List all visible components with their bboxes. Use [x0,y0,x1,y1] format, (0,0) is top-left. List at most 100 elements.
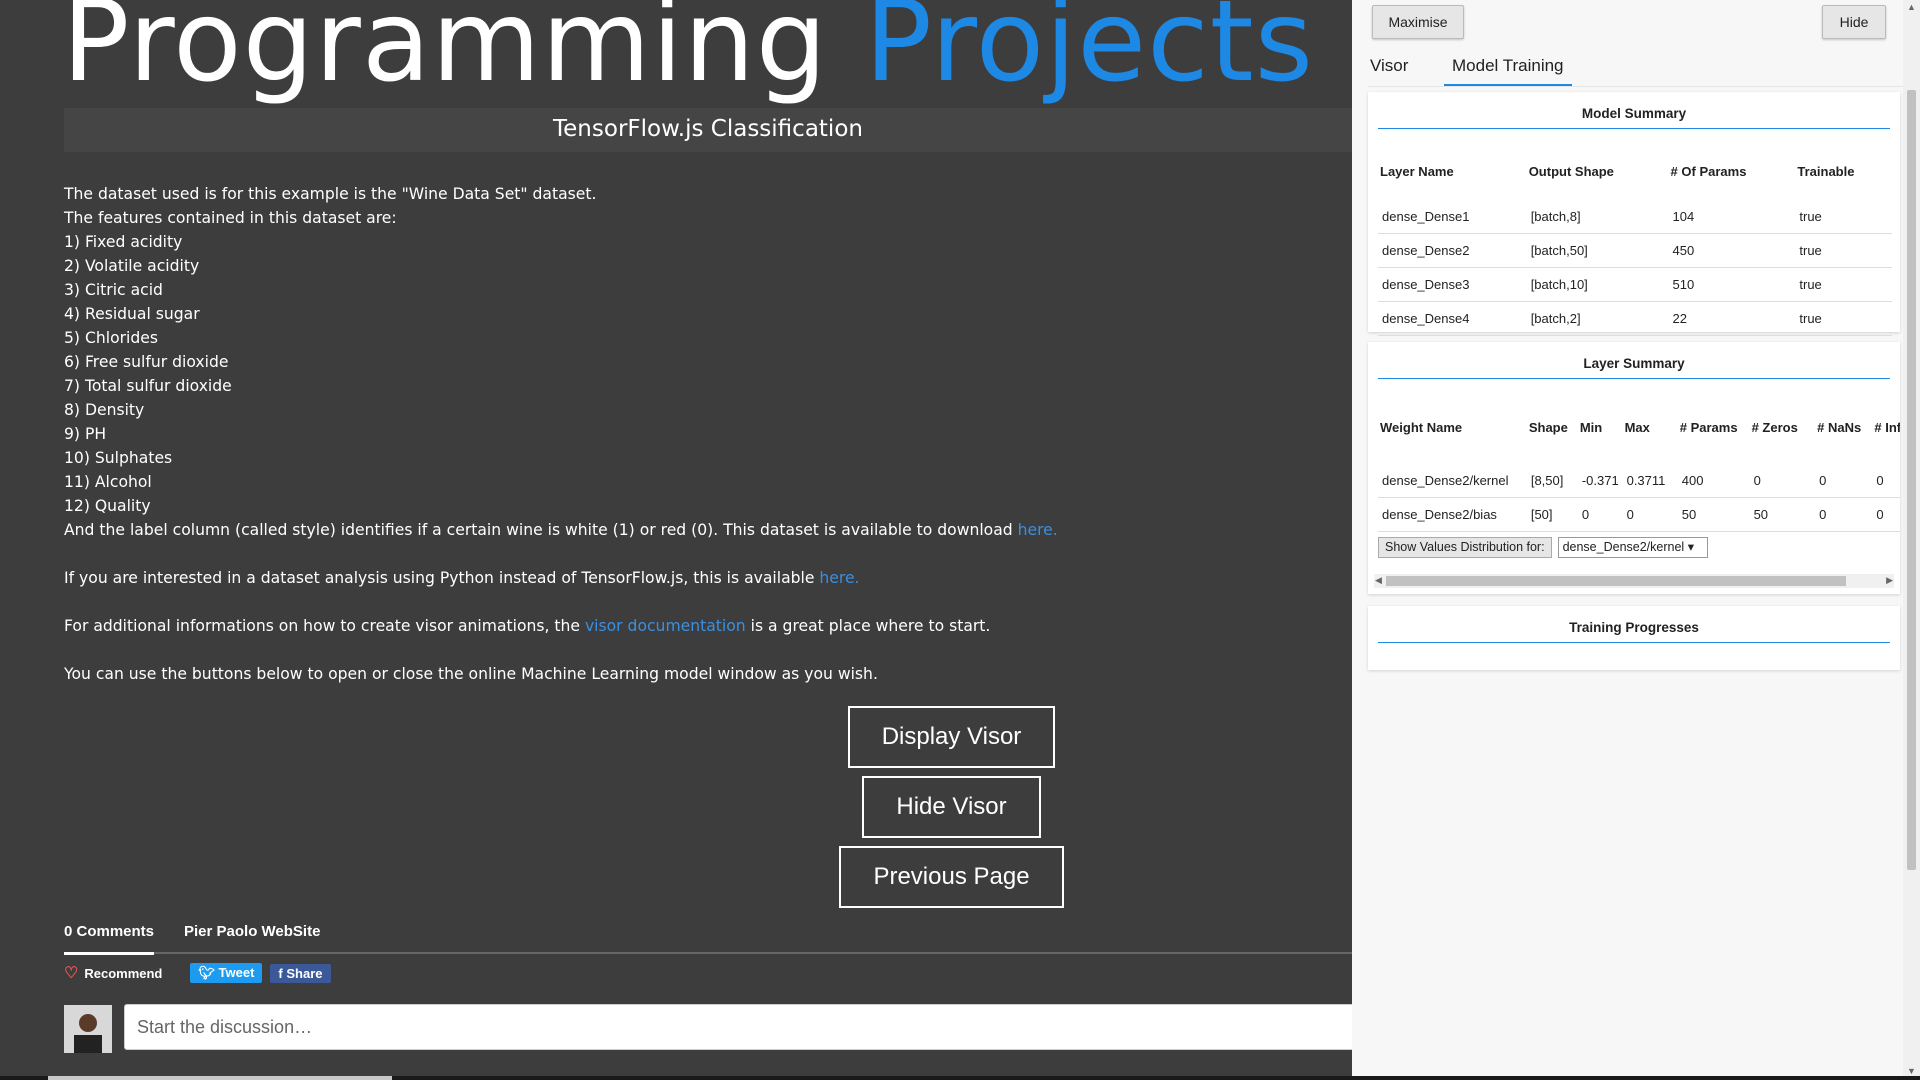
previous-page-button[interactable]: Previous Page [839,846,1064,908]
column-header: # Infi [1874,420,1900,435]
column-header: Output Shape [1528,163,1614,179]
column-header: Weight Name [1380,420,1463,435]
table-cell: dense_Dense2 [1378,233,1527,268]
scroll-up-icon[interactable]: ▲ [1907,2,1916,12]
distribution-controls: Show Values Distribution for: dense_Dens… [1378,537,1708,558]
recommend-label: Recommend [84,965,163,981]
weight-select[interactable]: dense_Dense2/kernel ▾ [1557,537,1708,558]
article-content: The dataset used is for this example is … [64,182,1264,686]
heart-icon: ♡ [64,965,79,982]
visor-hide-button[interactable]: Hide [1822,5,1886,39]
python-analysis-link[interactable]: here. [819,569,859,587]
table-row: dense_Dense1 [batch,8] 104 true [1378,200,1892,234]
table-cell: 50 [1749,497,1816,532]
table-cell: -0.371 [1577,464,1623,498]
dataset-download-link[interactable]: here. [1018,521,1058,539]
buttons-paragraph: You can use the buttons below to open or… [64,665,878,683]
visor-paragraph: For additional informations on how to cr… [64,614,1264,638]
intro-line-1: The dataset used is for this example is … [64,185,597,203]
column-header: Min [1579,420,1603,435]
feature-item: 5) Chlorides [64,329,158,347]
feature-item: 12) Quality [64,497,151,515]
scroll-down-icon[interactable]: ▼ [1907,1066,1916,1076]
column-header: Shape [1528,420,1568,435]
table-cell: [batch,2] [1526,301,1669,336]
tab-comments[interactable]: 0 Comments [64,922,155,955]
table-cell: 0 [1577,497,1623,532]
table-cell: 104 [1668,200,1796,234]
vertical-scrollbar[interactable]: ▲ ▼ [1903,0,1920,1080]
title-main: Programming [62,0,828,107]
intro-line-2: The features contained in this dataset a… [64,209,397,227]
page-title: Programming Projects [62,0,1314,106]
table-row: dense_Dense2/kernel [8,50] -0.371 0.3711… [1378,464,1900,498]
table-cell: dense_Dense2/kernel [1378,464,1527,498]
table-cell: 0.3711 [1622,464,1678,498]
hide-visor-button[interactable]: Hide Visor [862,776,1041,838]
model-summary-card: Model Summary Layer Name Output Shape # … [1368,92,1900,336]
feature-item: 4) Residual sugar [64,305,200,323]
scroll-right-icon[interactable]: ▶ [1886,575,1893,586]
share-label: Share [286,965,323,981]
share-button[interactable]: f Share [270,963,331,983]
tweet-label: Tweet [218,965,255,980]
table-cell: true [1795,267,1892,302]
tab-model-training[interactable]: Model Training [1444,56,1572,86]
recommend-button[interactable]: ♡ Recommend [64,963,162,983]
main-page: Programming Projects TensorFlow.js Class… [0,0,1352,1080]
label-text: And the label column (called style) iden… [64,521,1018,539]
scrollbar-thumb[interactable] [1907,90,1916,870]
tab-website[interactable]: Pier Paolo WebSite [184,922,320,952]
page-subtitle: TensorFlow.js Classification [553,116,863,142]
subtitle-bar: TensorFlow.js Classification [64,108,1352,152]
discussion-input[interactable]: Start the discussion… [124,1004,1352,1050]
table-cell: 0 [1815,464,1873,498]
table-cell: 0 [1872,464,1900,498]
show-distribution-button[interactable]: Show Values Distribution for: [1378,537,1552,558]
table-row: dense_Dense3 [batch,10] 510 true [1378,267,1892,302]
table-cell: 22 [1668,301,1796,336]
visor-panel: Maximise Hide Visor Model Training Model… [1352,0,1920,1080]
bottom-strip [0,1076,1920,1080]
horizontal-scrollbar[interactable]: ◀ ▶ [1374,574,1894,588]
model-summary-table: Layer Name Output Shape # Of Params Trai… [1378,142,1892,336]
visor-documentation-link[interactable]: visor documentation [585,617,746,635]
maximise-button[interactable]: Maximise [1372,5,1464,39]
table-cell: [batch,50] [1526,233,1669,268]
table-cell: dense_Dense2/bias [1378,497,1527,532]
feature-item: 8) Density [64,401,145,419]
column-header: Max [1624,420,1650,435]
facebook-icon: f [278,965,283,981]
tab-visor[interactable]: Visor [1370,56,1408,84]
visor-text-before: For additional informations on how to cr… [64,617,585,635]
social-actions: ♡ Recommend 🐦︎ Tweet f Share [64,963,339,983]
table-row: dense_Dense2 [batch,50] 450 true [1378,233,1892,268]
model-summary-title: Model Summary [1378,92,1890,129]
table-cell: 0 [1749,464,1816,498]
tweet-button[interactable]: 🐦︎ Tweet [190,963,263,983]
weight-select-value: dense_Dense2/kernel [1562,540,1685,554]
python-paragraph: If you are interested in a dataset analy… [64,566,1264,590]
scroll-left-icon[interactable]: ◀ [1375,575,1382,586]
label-paragraph: And the label column (called style) iden… [64,518,1264,542]
layer-summary-card: Layer Summary Weight Name Shape Min Max … [1368,342,1900,594]
table-cell: [50] [1526,497,1578,532]
feature-item: 11) Alcohol [64,473,152,491]
table-cell: 50 [1677,497,1750,532]
visor-text-after: is a great place where to start. [745,617,991,635]
table-row: dense_Dense2/bias [50] 0 0 50 50 0 0 [1378,497,1900,532]
table-cell: [batch,10] [1526,267,1669,302]
scrollbar-thumb[interactable] [1386,576,1846,586]
column-header: Trainable [1797,163,1855,179]
feature-item: 10) Sulphates [64,449,173,467]
display-visor-button[interactable]: Display Visor [848,706,1055,768]
table-cell: [8,50] [1526,464,1578,498]
tab-divider [1368,86,1904,87]
title-accent: Projects [864,0,1315,107]
table-cell: 0 [1815,497,1873,532]
comments-tabs: 0 Comments Pier Paolo WebSite [64,922,1352,955]
table-cell: dense_Dense4 [1378,301,1527,336]
table-cell: dense_Dense1 [1378,200,1527,234]
feature-item: 1) Fixed acidity [64,233,183,251]
table-cell: true [1795,233,1892,268]
